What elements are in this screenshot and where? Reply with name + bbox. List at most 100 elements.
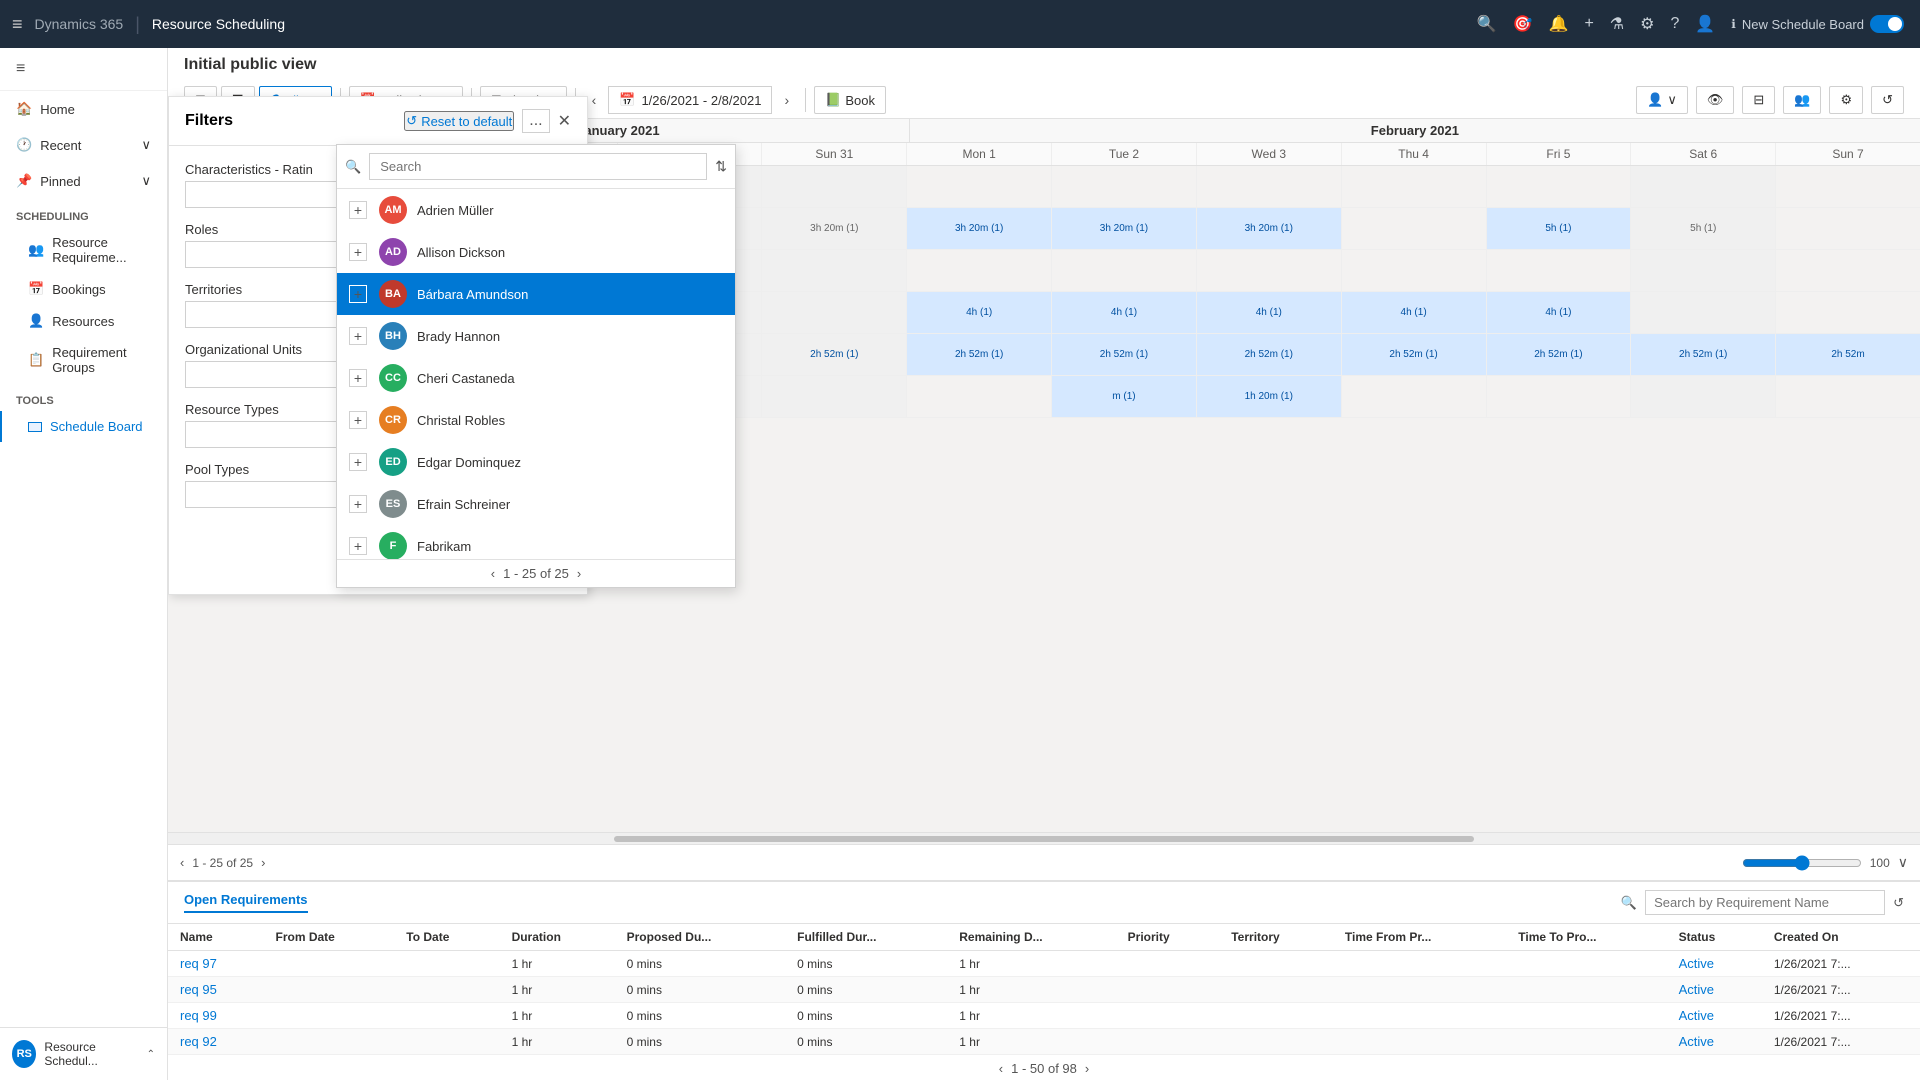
- req-prev-page[interactable]: ‹: [999, 1061, 1003, 1076]
- cell-entry[interactable]: 4h (1): [1487, 292, 1632, 333]
- cell-entry[interactable]: 1h 20m (1): [1197, 376, 1342, 417]
- cell-entry[interactable]: 3h 20m (1): [762, 208, 907, 249]
- sidebar-item-pinned[interactable]: 📌 Pinned ∨: [0, 163, 167, 199]
- res-next-page[interactable]: ›: [577, 566, 581, 581]
- cell-entry[interactable]: 2h 52m: [1776, 334, 1920, 375]
- filters-close-button[interactable]: ✕: [558, 111, 571, 131]
- cell-entry[interactable]: 5h (1): [1631, 208, 1776, 249]
- cell: [1342, 208, 1487, 249]
- zoom-slider[interactable]: [1742, 855, 1862, 871]
- toggle-dot: [1888, 17, 1902, 31]
- cell-entry[interactable]: 3h 20m (1): [907, 208, 1052, 249]
- toggle-switch[interactable]: [1870, 15, 1904, 33]
- add-barbara-btn[interactable]: +: [349, 285, 367, 303]
- cell-entry[interactable]: 2h 52m (1): [1631, 334, 1776, 375]
- req-link-97[interactable]: req 97: [180, 956, 217, 971]
- cell-entry[interactable]: 5h (1): [1487, 208, 1632, 249]
- horizontal-scrollbar[interactable]: [168, 832, 1920, 844]
- sidebar-label-requirement-groups: Requirement Groups: [52, 345, 151, 375]
- table-row: req 95 1 hr 0 mins 0 mins 1 hr Active: [168, 977, 1920, 1003]
- toolbar-resource-button[interactable]: 👤 ∨: [1636, 86, 1688, 114]
- cell-entry[interactable]: 2h 52m (1): [762, 334, 907, 375]
- toolbar-refresh-button[interactable]: ↺: [1871, 86, 1904, 114]
- cell-entry[interactable]: 4h (1): [907, 292, 1052, 333]
- toolbar-person-button[interactable]: 👥: [1783, 86, 1821, 114]
- list-item-edgar[interactable]: + ED Edgar Dominquez: [337, 441, 735, 483]
- add-allison-btn[interactable]: +: [349, 243, 367, 261]
- list-item-brady[interactable]: + BH Brady Hannon: [337, 315, 735, 357]
- list-item-fabrikam[interactable]: + F Fabrikam: [337, 525, 735, 559]
- user-icon[interactable]: 👤: [1695, 14, 1715, 34]
- cell-entry[interactable]: 2h 52m (1): [1197, 334, 1342, 375]
- user-profile-badge[interactable]: RS Resource Schedul... ⌃: [0, 1027, 167, 1080]
- req-refresh-button[interactable]: ↺: [1893, 895, 1904, 911]
- req-next-page[interactable]: ›: [1085, 1061, 1089, 1076]
- toolbar-settings-button[interactable]: ⚙: [1829, 86, 1863, 114]
- cell-entry[interactable]: 2h 52m (1): [1342, 334, 1487, 375]
- add-fabrikam-btn[interactable]: +: [349, 537, 367, 555]
- cell-entry[interactable]: 2h 52m (1): [1052, 334, 1197, 375]
- bell-icon[interactable]: 🔔: [1549, 14, 1569, 34]
- req-search-input[interactable]: [1645, 890, 1885, 915]
- res-prev-page[interactable]: ‹: [491, 566, 495, 581]
- list-item-efrain[interactable]: + ES Efrain Schreiner: [337, 483, 735, 525]
- status-badge[interactable]: Active: [1679, 1034, 1714, 1049]
- sidebar-item-resources[interactable]: 👤 Resources: [0, 305, 167, 337]
- cell-entry[interactable]: 4h (1): [1052, 292, 1197, 333]
- add-adrien-btn[interactable]: +: [349, 201, 367, 219]
- sidebar-item-requirement-groups[interactable]: 📋 Requirement Groups: [0, 337, 167, 383]
- hamburger-icon[interactable]: ≡: [12, 14, 23, 35]
- prev-page-btn[interactable]: ‹: [180, 855, 184, 870]
- add-brady-btn[interactable]: +: [349, 327, 367, 345]
- cell-entry[interactable]: 3h 20m (1): [1197, 208, 1342, 249]
- list-item-allison[interactable]: + AD Allison Dickson: [337, 231, 735, 273]
- add-edgar-btn[interactable]: +: [349, 453, 367, 471]
- search-icon[interactable]: 🔍: [1477, 14, 1497, 34]
- sidebar-item-resource-req[interactable]: 👥 Resource Requireme...: [0, 227, 167, 273]
- filters-more-button[interactable]: ...: [522, 109, 549, 133]
- open-requirements-tab[interactable]: Open Requirements: [184, 892, 308, 913]
- expand-icon[interactable]: ∨: [1898, 854, 1908, 871]
- reset-to-default-button[interactable]: ↺ Reset to default: [404, 111, 514, 131]
- list-item-christal[interactable]: + CR Christal Robles: [337, 399, 735, 441]
- sidebar-item-recent[interactable]: 🕐 Recent ∨: [0, 127, 167, 163]
- status-badge[interactable]: Active: [1679, 956, 1714, 971]
- filter-icon[interactable]: ⚗: [1610, 14, 1624, 34]
- resource-search-input[interactable]: [369, 153, 707, 180]
- cell-entry[interactable]: 2h 52m (1): [907, 334, 1052, 375]
- settings-icon[interactable]: ⚙: [1640, 14, 1654, 34]
- status-badge[interactable]: Active: [1679, 1008, 1714, 1023]
- sidebar-hamburger[interactable]: ≡: [0, 48, 167, 91]
- next-page-btn[interactable]: ›: [261, 855, 265, 870]
- add-cheri-btn[interactable]: +: [349, 369, 367, 387]
- add-christal-btn[interactable]: +: [349, 411, 367, 429]
- sidebar-item-bookings[interactable]: 📅 Bookings: [0, 273, 167, 305]
- add-efrain-btn[interactable]: +: [349, 495, 367, 513]
- cell-entry[interactable]: 4h (1): [1197, 292, 1342, 333]
- req-link-99[interactable]: req 99: [180, 1008, 217, 1023]
- toolbar-columns-button[interactable]: ⊟: [1742, 86, 1775, 114]
- list-item-barbara[interactable]: + BA Bárbara Amundson: [337, 273, 735, 315]
- cell-entry[interactable]: 4h (1): [1342, 292, 1487, 333]
- toolbar-eye-button[interactable]: 👁: [1696, 86, 1735, 114]
- req-link-95[interactable]: req 95: [180, 982, 217, 997]
- cell-entry[interactable]: 3h 20m (1): [1052, 208, 1197, 249]
- req-time-to: [1506, 951, 1666, 977]
- status-badge[interactable]: Active: [1679, 982, 1714, 997]
- list-item-adrien[interactable]: + AM Adrien Müller: [337, 189, 735, 231]
- scrollbar-thumb[interactable]: [614, 836, 1473, 842]
- help-icon[interactable]: ?: [1670, 15, 1679, 33]
- sort-icon[interactable]: ⇅: [715, 158, 727, 175]
- book-button[interactable]: 📗 Book: [814, 86, 886, 114]
- cell-entry[interactable]: 2h 52m (1): [1487, 334, 1632, 375]
- plus-icon[interactable]: +: [1584, 15, 1593, 33]
- date-range-button[interactable]: 📅 1/26/2021 - 2/8/2021: [608, 86, 772, 114]
- sidebar-item-schedule-board[interactable]: Schedule Board: [0, 411, 167, 442]
- cell-entry[interactable]: m (1): [1052, 376, 1197, 417]
- sidebar-item-home[interactable]: 🏠 Home: [0, 91, 167, 127]
- next-date-button[interactable]: ›: [776, 88, 797, 112]
- target-icon[interactable]: 🎯: [1513, 14, 1533, 34]
- day-wed3: Wed 3: [1197, 143, 1342, 165]
- req-link-92[interactable]: req 92: [180, 1034, 217, 1049]
- list-item-cheri[interactable]: + CC Cheri Castaneda: [337, 357, 735, 399]
